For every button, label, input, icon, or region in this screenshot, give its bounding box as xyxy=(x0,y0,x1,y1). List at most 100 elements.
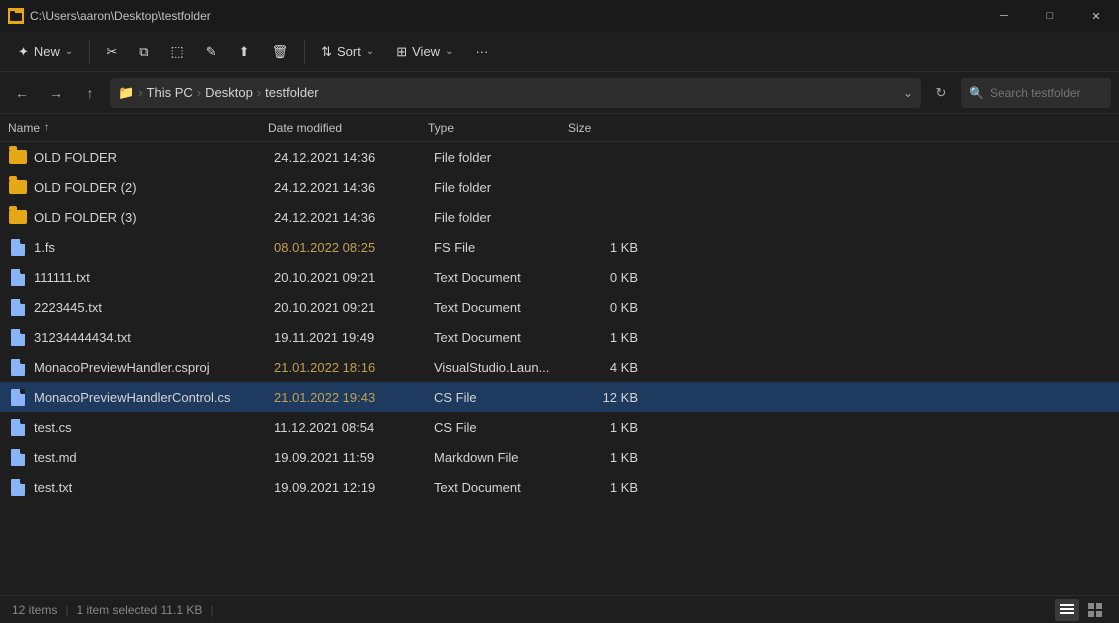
file-date: 19.09.2021 12:19 xyxy=(274,480,434,495)
file-icon xyxy=(8,297,28,317)
file-name: MonacoPreviewHandler.csproj xyxy=(34,360,274,375)
copy-icon: ⧉ xyxy=(139,44,148,60)
file-icon xyxy=(8,267,28,287)
copy-button[interactable]: ⧉ xyxy=(129,39,158,65)
file-icon xyxy=(8,417,28,437)
sort-icon: ⇅ xyxy=(321,44,332,60)
view-icon: ⊞ xyxy=(396,44,407,60)
file-date: 19.09.2021 11:59 xyxy=(274,450,434,465)
table-row[interactable]: test.md 19.09.2021 11:59 Markdown File 1… xyxy=(0,442,1119,472)
cut-icon: ✂ xyxy=(106,44,117,60)
file-type: FS File xyxy=(434,240,574,255)
file-type: Text Document xyxy=(434,480,574,495)
file-date: 20.10.2021 09:21 xyxy=(274,300,434,315)
file-date: 08.01.2022 08:25 xyxy=(274,240,434,255)
file-type: CS File xyxy=(434,420,574,435)
file-name: 31234444434.txt xyxy=(34,330,274,345)
minimize-button[interactable]: ─ xyxy=(981,0,1027,32)
file-name: test.cs xyxy=(34,420,274,435)
cut-button[interactable]: ✂ xyxy=(96,39,127,65)
table-row[interactable]: 2223445.txt 20.10.2021 09:21 Text Docume… xyxy=(0,292,1119,322)
toolbar-separator-1 xyxy=(89,40,90,64)
title-bar-folder-icon xyxy=(8,8,24,24)
table-row[interactable]: OLD FOLDER 24.12.2021 14:36 File folder xyxy=(0,142,1119,172)
file-name: MonacoPreviewHandlerControl.cs xyxy=(34,390,274,405)
table-row[interactable]: OLD FOLDER (2) 24.12.2021 14:36 File fol… xyxy=(0,172,1119,202)
share-button[interactable]: ⬆ xyxy=(229,39,260,65)
forward-button[interactable]: → xyxy=(42,79,70,107)
sort-button[interactable]: ⇅ Sort ⌄ xyxy=(311,39,384,65)
search-icon: 🔍 xyxy=(969,86,984,100)
table-row[interactable]: 31234444434.txt 19.11.2021 19:49 Text Do… xyxy=(0,322,1119,352)
breadcrumb-testfolder[interactable]: testfolder xyxy=(265,85,318,100)
refresh-button[interactable]: ↻ xyxy=(927,79,955,107)
status-right xyxy=(1055,599,1107,621)
table-row[interactable]: 1.fs 08.01.2022 08:25 FS File 1 KB xyxy=(0,232,1119,262)
file-type: File folder xyxy=(434,210,574,225)
paste-button[interactable]: ⬚ xyxy=(161,38,194,65)
table-row[interactable]: MonacoPreviewHandler.csproj 21.01.2022 1… xyxy=(0,352,1119,382)
new-button[interactable]: ✦ New ⌄ xyxy=(8,39,83,65)
breadcrumb-dropdown[interactable]: ⌄ xyxy=(903,86,913,100)
main-content: Name ↑ Date modified Type Size OLD FOLDE… xyxy=(0,114,1119,595)
file-size: 1 KB xyxy=(574,420,654,435)
file-size: 1 KB xyxy=(574,480,654,495)
file-size: 4 KB xyxy=(574,360,654,375)
file-icon xyxy=(8,477,28,497)
maximize-button[interactable]: □ xyxy=(1027,0,1073,32)
folder-icon xyxy=(8,207,28,227)
sort-chevron: ⌄ xyxy=(366,46,374,57)
search-box[interactable]: 🔍 xyxy=(961,78,1111,108)
folder-icon xyxy=(8,177,28,197)
folder-icon xyxy=(8,147,28,167)
share-icon: ⬆ xyxy=(239,44,250,60)
file-icon xyxy=(8,237,28,257)
file-date: 24.12.2021 14:36 xyxy=(274,180,434,195)
file-icon xyxy=(8,447,28,467)
list-view-button[interactable] xyxy=(1055,599,1079,621)
back-button[interactable]: ← xyxy=(8,79,36,107)
selected-info: 1 item selected 11.1 KB xyxy=(76,603,202,617)
col-type-header[interactable]: Type xyxy=(428,121,568,135)
file-date: 24.12.2021 14:36 xyxy=(274,150,434,165)
file-list: OLD FOLDER 24.12.2021 14:36 File folder … xyxy=(0,142,1119,595)
file-name: OLD FOLDER (2) xyxy=(34,180,274,195)
up-button[interactable]: ↑ xyxy=(76,79,104,107)
status-bar: 12 items | 1 item selected 11.1 KB | xyxy=(0,595,1119,623)
file-type: Markdown File xyxy=(434,450,574,465)
file-name: 2223445.txt xyxy=(34,300,274,315)
col-size-header[interactable]: Size xyxy=(568,121,648,135)
rename-button[interactable]: ✎ xyxy=(196,39,227,65)
view-button[interactable]: ⊞ View ⌄ xyxy=(386,39,463,65)
table-row[interactable]: test.cs 11.12.2021 08:54 CS File 1 KB xyxy=(0,412,1119,442)
file-size: 0 KB xyxy=(574,300,654,315)
grid-view-button[interactable] xyxy=(1083,599,1107,621)
breadcrumb-bar[interactable]: 📁 › This PC › Desktop › testfolder ⌄ xyxy=(110,78,921,108)
file-date: 20.10.2021 09:21 xyxy=(274,270,434,285)
table-row[interactable]: 111111.txt 20.10.2021 09:21 Text Documen… xyxy=(0,262,1119,292)
file-type: File folder xyxy=(434,150,574,165)
file-size: 1 KB xyxy=(574,240,654,255)
title-bar: C:\Users\aaron\Desktop\testfolder ─ □ ✕ xyxy=(0,0,1119,32)
file-name: 1.fs xyxy=(34,240,274,255)
search-input[interactable] xyxy=(990,86,1103,100)
delete-button[interactable]: 🗑 xyxy=(262,39,299,65)
breadcrumb-desktop[interactable]: Desktop xyxy=(205,85,253,100)
status-divider-2: | xyxy=(210,603,213,617)
file-type: VisualStudio.Laun... xyxy=(434,360,574,375)
more-button[interactable]: ··· xyxy=(465,39,498,64)
item-count: 12 items xyxy=(12,603,57,617)
table-row[interactable]: MonacoPreviewHandlerControl.cs 21.01.202… xyxy=(0,382,1119,412)
file-type: Text Document xyxy=(434,270,574,285)
file-type: Text Document xyxy=(434,330,574,345)
file-name: test.txt xyxy=(34,480,274,495)
breadcrumb-thispc[interactable]: This PC xyxy=(147,85,193,100)
col-date-header[interactable]: Date modified xyxy=(268,121,428,135)
view-chevron: ⌄ xyxy=(445,46,453,57)
table-row[interactable]: test.txt 19.09.2021 12:19 Text Document … xyxy=(0,472,1119,502)
col-name-header[interactable]: Name ↑ xyxy=(8,121,268,135)
file-name: test.md xyxy=(34,450,274,465)
close-button[interactable]: ✕ xyxy=(1073,0,1119,32)
table-row[interactable]: OLD FOLDER (3) 24.12.2021 14:36 File fol… xyxy=(0,202,1119,232)
file-size: 12 KB xyxy=(574,390,654,405)
